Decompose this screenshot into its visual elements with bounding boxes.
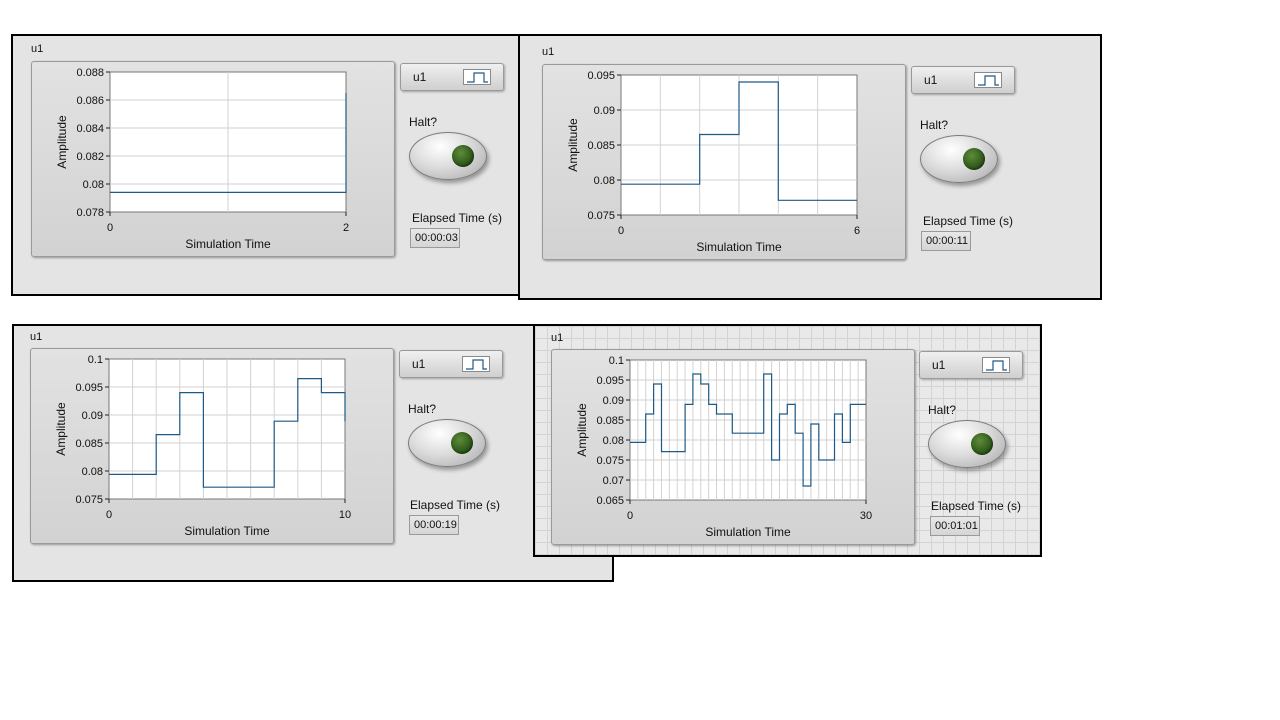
halt-button[interactable] (408, 419, 486, 467)
elapsed-time-label: Elapsed Time (s) (931, 499, 1022, 513)
y-tick-label: 0.075 (75, 494, 103, 506)
led-icon (971, 433, 993, 455)
y-tick-label: 0.09 (594, 105, 615, 117)
plot-legend[interactable]: u1 (400, 63, 504, 91)
legend-label: u1 (413, 70, 427, 84)
y-tick-label: 0.095 (587, 70, 615, 82)
halt-label: Halt? (408, 402, 437, 416)
y-tick-label: 0.08 (82, 466, 103, 478)
plot-legend[interactable]: u1 (919, 351, 1023, 379)
step-plot-icon (463, 69, 491, 85)
y-tick-label: 0.078 (76, 207, 104, 219)
y-axis-title: Amplitude (54, 402, 68, 456)
y-tick-label: 0.088 (76, 67, 104, 79)
y-axis-title: Amplitude (566, 118, 580, 172)
halt-label: Halt? (920, 118, 949, 132)
y-tick-label: 0.1 (88, 354, 103, 366)
y-tick-label: 0.08 (603, 435, 624, 447)
y-tick-label: 0.1 (609, 355, 624, 367)
panel-0: u1 0.078 0.08 0.082 0.084 0.086 0.088 0 2 Simula… (11, 34, 584, 296)
legend-label: u1 (932, 358, 946, 372)
x-axis-title: Simulation Time (184, 524, 270, 538)
chart-plot: 0.078 0.08 0.082 0.084 0.086 0.088 0 2 Simulatio… (55, 67, 349, 251)
y-axis-title: Amplitude (55, 115, 69, 169)
elapsed-time-display: 00:01:01 (930, 516, 980, 536)
halt-label: Halt? (928, 403, 957, 417)
y-tick-label: 0.075 (596, 455, 624, 467)
step-plot-icon (982, 357, 1010, 373)
y-tick-label: 0.086 (76, 95, 104, 107)
panel-3: u1 0.065 0.07 0.075 0.08 0.085 0.09 0.095 0.1 0 3… (533, 324, 1042, 557)
x-axis-title: Simulation Time (696, 240, 782, 254)
plot-legend[interactable]: u1 (911, 66, 1015, 94)
chart-plot: 0.075 0.08 0.085 0.09 0.095 0.1 0 10 Simulation … (54, 354, 351, 538)
halt-label: Halt? (409, 115, 438, 129)
y-tick-label: 0.09 (603, 395, 624, 407)
y-tick-label: 0.08 (594, 175, 615, 187)
y-tick-label: 0.082 (76, 151, 104, 163)
legend-label: u1 (412, 357, 426, 371)
x-tick-label: 0 (618, 225, 624, 237)
waveform-chart: 0.078 0.08 0.082 0.084 0.086 0.088 0 2 Simulatio… (31, 61, 395, 257)
step-plot-icon (462, 356, 490, 372)
led-icon (452, 145, 474, 167)
elapsed-time-label: Elapsed Time (s) (412, 211, 503, 225)
y-tick-label: 0.084 (76, 123, 104, 135)
halt-button[interactable] (920, 135, 998, 183)
panel-2: u1 0.075 0.08 0.085 0.09 0.095 0.1 0 10 Simulati… (12, 324, 614, 582)
x-axis-title: Simulation Time (185, 237, 271, 251)
halt-button[interactable] (928, 420, 1006, 468)
y-tick-label: 0.065 (596, 495, 624, 507)
panel-1: u1 0.075 0.08 0.085 0.09 0.095 0 6 Simulation T… (518, 34, 1102, 300)
panel-label: u1 (31, 43, 44, 55)
y-tick-label: 0.095 (596, 375, 624, 387)
y-tick-label: 0.07 (603, 475, 624, 487)
x-tick-label: 10 (339, 509, 351, 521)
x-axis-title: Simulation Time (705, 525, 791, 539)
elapsed-time-display: 00:00:19 (409, 515, 459, 535)
step-plot-icon (974, 72, 1002, 88)
x-tick-label: 0 (106, 509, 112, 521)
panel-label: u1 (551, 332, 564, 344)
y-tick-label: 0.08 (83, 179, 104, 191)
elapsed-time-label: Elapsed Time (s) (410, 498, 501, 512)
x-tick-label: 0 (107, 222, 113, 234)
legend-label: u1 (924, 73, 938, 87)
x-tick-label: 30 (860, 510, 872, 522)
waveform-chart: 0.075 0.08 0.085 0.09 0.095 0.1 0 10 Simulation … (30, 348, 394, 544)
chart-plot: 0.065 0.07 0.075 0.08 0.085 0.09 0.095 0.1 0 30 Si… (575, 355, 872, 539)
chart-plot: 0.075 0.08 0.085 0.09 0.095 0 6 Simulation Time… (566, 70, 860, 254)
elapsed-time-label: Elapsed Time (s) (923, 214, 1014, 228)
plot-legend[interactable]: u1 (399, 350, 503, 378)
y-tick-label: 0.095 (75, 382, 103, 394)
y-tick-label: 0.085 (75, 438, 103, 450)
led-icon (963, 148, 985, 170)
y-tick-label: 0.09 (82, 410, 103, 422)
y-tick-label: 0.085 (596, 415, 624, 427)
elapsed-time-display: 00:00:11 (921, 231, 971, 251)
x-tick-label: 6 (854, 225, 860, 237)
y-tick-label: 0.075 (587, 210, 615, 222)
waveform-chart: 0.075 0.08 0.085 0.09 0.095 0 6 Simulation Time… (542, 64, 906, 260)
panel-label: u1 (30, 331, 43, 343)
elapsed-time-display: 00:00:03 (410, 228, 460, 248)
x-tick-label: 2 (343, 222, 349, 234)
waveform-chart: 0.065 0.07 0.075 0.08 0.085 0.09 0.095 0.1 0 30 Si… (551, 349, 915, 545)
x-tick-label: 0 (627, 510, 633, 522)
led-icon (451, 432, 473, 454)
panel-label: u1 (542, 46, 555, 58)
halt-button[interactable] (409, 132, 487, 180)
y-axis-title: Amplitude (575, 403, 589, 457)
y-tick-label: 0.085 (587, 140, 615, 152)
